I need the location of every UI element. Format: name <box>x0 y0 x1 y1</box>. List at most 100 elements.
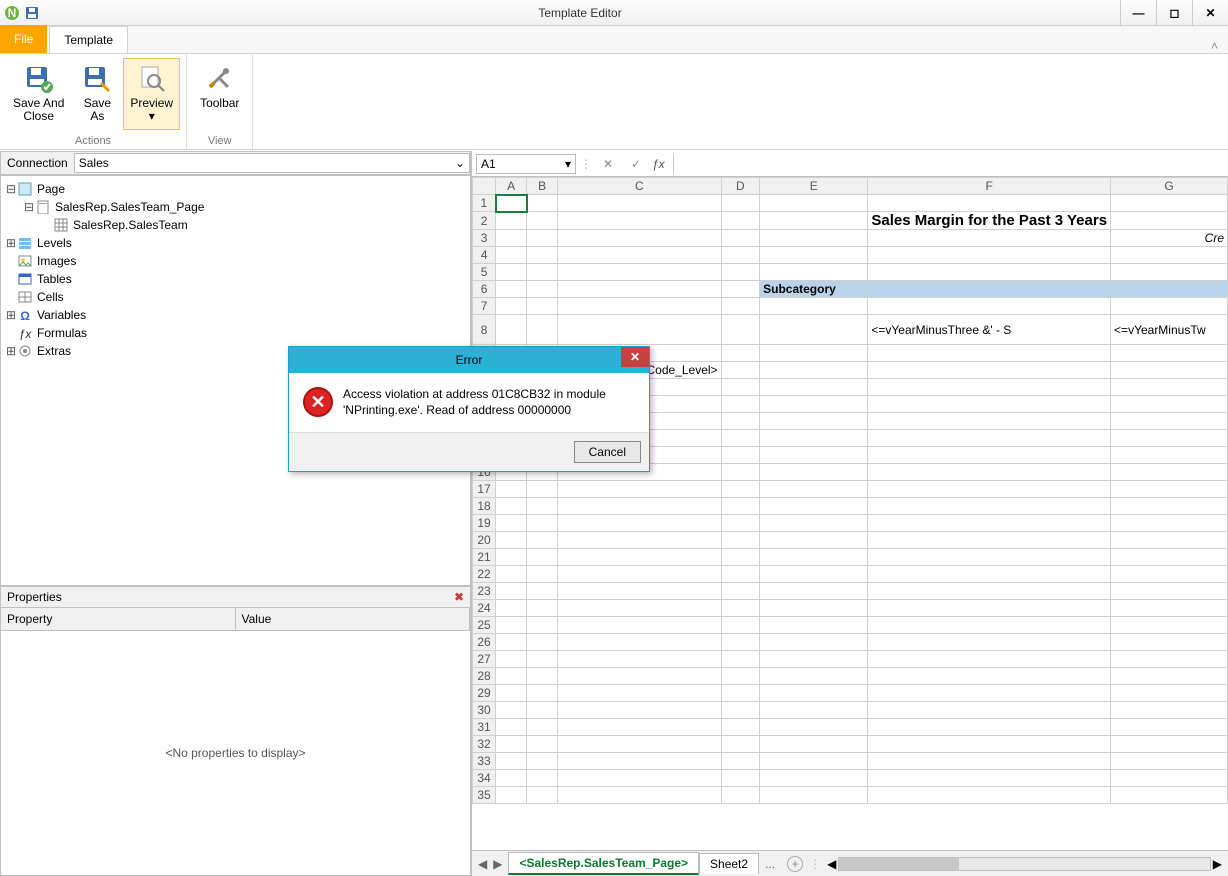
cell[interactable] <box>1111 481 1228 498</box>
cell[interactable] <box>868 617 1111 634</box>
cell[interactable] <box>868 651 1111 668</box>
cell[interactable] <box>721 212 760 230</box>
cell[interactable] <box>760 362 868 379</box>
cell[interactable] <box>558 600 721 617</box>
cell[interactable] <box>496 498 527 515</box>
cell[interactable] <box>760 498 868 515</box>
cell[interactable] <box>721 230 760 247</box>
cell[interactable] <box>558 736 721 753</box>
formula-input[interactable] <box>673 154 1224 174</box>
cell[interactable] <box>760 532 868 549</box>
col-header[interactable]: E <box>760 178 868 195</box>
ribbon-collapse-icon[interactable]: ˄ <box>1211 39 1228 53</box>
cell[interactable] <box>1111 566 1228 583</box>
save-and-close-button[interactable]: Save And Close <box>6 58 71 130</box>
col-header[interactable]: C <box>558 178 721 195</box>
cell[interactable] <box>496 736 527 753</box>
cell[interactable] <box>496 195 527 212</box>
cell[interactable] <box>1111 247 1228 264</box>
cell[interactable] <box>558 532 721 549</box>
cell[interactable] <box>760 583 868 600</box>
cell[interactable] <box>721 315 760 345</box>
expand-icon[interactable]: ⊟ <box>23 200 35 214</box>
cell[interactable] <box>721 600 760 617</box>
cell[interactable] <box>868 281 1111 298</box>
row-header[interactable]: 26 <box>473 634 496 651</box>
row-header[interactable]: 20 <box>473 532 496 549</box>
cell[interactable] <box>1111 787 1228 804</box>
cell[interactable] <box>760 447 868 464</box>
cell[interactable] <box>868 379 1111 396</box>
col-header[interactable]: D <box>721 178 760 195</box>
dialog-close-button[interactable]: ✕ <box>621 347 649 367</box>
cell[interactable] <box>721 668 760 685</box>
cell[interactable]: Cre <box>1111 230 1228 247</box>
cell[interactable] <box>1111 617 1228 634</box>
cell[interactable] <box>721 532 760 549</box>
cell[interactable] <box>868 515 1111 532</box>
expand-icon[interactable]: ⊞ <box>5 344 17 358</box>
cell[interactable] <box>527 315 558 345</box>
cell[interactable]: <=vYearMinusThree &' - S <box>868 315 1111 345</box>
cell[interactable] <box>558 770 721 787</box>
cell[interactable] <box>527 532 558 549</box>
row-header[interactable]: 1 <box>473 195 496 212</box>
template-tab[interactable]: Template <box>49 26 128 53</box>
cell[interactable] <box>1111 281 1228 298</box>
cell[interactable] <box>496 583 527 600</box>
add-sheet-button[interactable]: + <box>787 856 803 872</box>
cell[interactable] <box>760 668 868 685</box>
cell[interactable] <box>1111 430 1228 447</box>
cell[interactable] <box>1111 702 1228 719</box>
row-header[interactable]: 23 <box>473 583 496 600</box>
row-header[interactable]: 6 <box>473 281 496 298</box>
cell[interactable] <box>721 481 760 498</box>
cell[interactable] <box>868 600 1111 617</box>
cell[interactable] <box>760 634 868 651</box>
cell[interactable] <box>558 498 721 515</box>
cell[interactable] <box>721 264 760 281</box>
cell[interactable] <box>1111 651 1228 668</box>
maximize-button[interactable]: ◻ <box>1156 0 1192 26</box>
cell[interactable] <box>868 498 1111 515</box>
cell[interactable] <box>760 430 868 447</box>
cell[interactable] <box>1111 298 1228 315</box>
cell[interactable] <box>558 583 721 600</box>
cell[interactable] <box>527 498 558 515</box>
cell[interactable] <box>721 413 760 430</box>
row-header[interactable]: 21 <box>473 549 496 566</box>
row-header[interactable]: 19 <box>473 515 496 532</box>
cell[interactable] <box>558 230 721 247</box>
cell[interactable] <box>496 549 527 566</box>
cell[interactable] <box>1111 447 1228 464</box>
cell[interactable] <box>496 212 527 230</box>
tree-item[interactable]: SalesRep.SalesTeam <box>5 216 466 234</box>
cell[interactable] <box>1111 549 1228 566</box>
cell[interactable] <box>721 685 760 702</box>
row-header[interactable]: 33 <box>473 753 496 770</box>
cell[interactable] <box>721 281 760 298</box>
cell[interactable] <box>527 787 558 804</box>
cell[interactable] <box>760 719 868 736</box>
cell[interactable] <box>496 532 527 549</box>
cell[interactable] <box>721 651 760 668</box>
cell[interactable] <box>1111 668 1228 685</box>
cell[interactable] <box>721 736 760 753</box>
cell[interactable] <box>868 634 1111 651</box>
sheet-nav-next[interactable]: ▶ <box>493 857 502 871</box>
cell[interactable] <box>721 566 760 583</box>
minimize-button[interactable]: — <box>1120 0 1156 26</box>
cell[interactable] <box>868 702 1111 719</box>
cell[interactable] <box>721 617 760 634</box>
cell[interactable] <box>721 379 760 396</box>
cell[interactable] <box>558 212 721 230</box>
cell[interactable] <box>760 481 868 498</box>
cell[interactable] <box>721 498 760 515</box>
cell[interactable] <box>760 736 868 753</box>
file-tab[interactable]: File <box>0 25 47 53</box>
row-header[interactable]: 34 <box>473 770 496 787</box>
cell[interactable] <box>868 430 1111 447</box>
cell[interactable] <box>721 447 760 464</box>
cell[interactable] <box>868 787 1111 804</box>
expand-icon[interactable]: ⊞ <box>5 308 17 322</box>
